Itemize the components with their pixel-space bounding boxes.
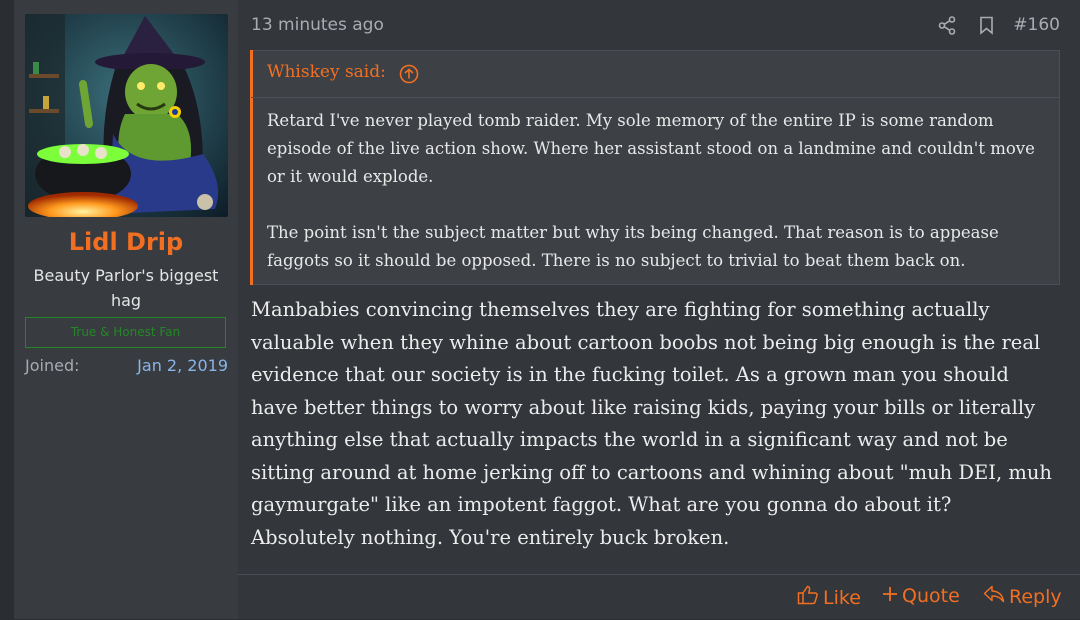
reply-button[interactable]: Reply [983, 585, 1062, 608]
user-banner: True & Honest Fan [25, 317, 226, 348]
bookmark-icon[interactable] [979, 16, 994, 39]
jump-up-icon[interactable] [399, 64, 419, 88]
witch-avatar-icon [25, 14, 228, 217]
post-timestamp[interactable]: 13 minutes ago [251, 15, 384, 35]
quote-block: Whiskey said: Retard I've never played t… [250, 50, 1060, 285]
like-button[interactable]: Like [797, 585, 861, 610]
like-label: Like [823, 586, 861, 609]
post-main: 13 minutes ago #160 Whiskey said: Retard… [238, 0, 1080, 619]
post-actions: Like Quote Reply [238, 574, 1080, 620]
reply-arrow-icon [983, 585, 1005, 608]
quote-paragraph: Retard I've never played tomb raider. My… [267, 111, 1035, 186]
user-title: Beauty Parlor's biggest hag [33, 266, 219, 310]
share-icon[interactable] [938, 16, 956, 39]
username[interactable]: Lidl Drip [14, 228, 238, 256]
post-number[interactable]: #160 [1013, 15, 1060, 35]
reply-label: Reply [1009, 585, 1062, 608]
joined-label: Joined: [25, 356, 80, 375]
quote-label: Quote [902, 585, 960, 607]
user-avatar[interactable] [25, 14, 228, 217]
quote-button[interactable]: Quote [882, 585, 960, 607]
post-message: Manbabies convincing themselves they are… [251, 298, 1052, 549]
quote-paragraph: The point isn't the subject matter but w… [267, 223, 999, 270]
plus-icon [882, 585, 898, 607]
quote-body: Retard I've never played tomb raider. My… [267, 107, 1052, 275]
thumbs-up-icon [797, 585, 819, 610]
quote-header: Whiskey said: [251, 51, 1059, 98]
joined-date: Jan 2, 2019 [137, 356, 228, 375]
quote-author[interactable]: Whiskey said: [267, 62, 386, 82]
